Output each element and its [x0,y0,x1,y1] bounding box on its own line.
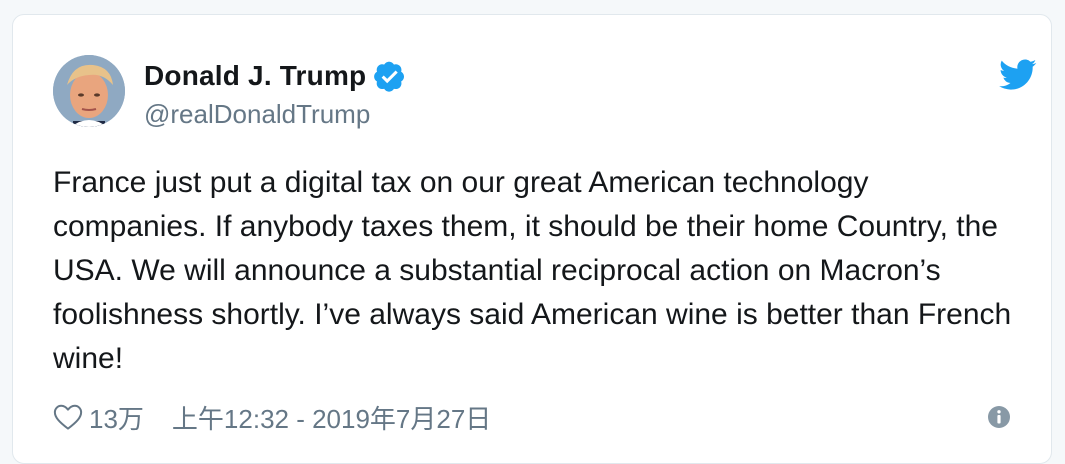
author-handle[interactable]: @realDonaldTrump [144,99,370,129]
tweet-footer: 13万 上午12:32 - 2019年7月27日 [53,399,1011,435]
tweet-card: Donald J. Trump @realDonaldTrump France … [12,14,1052,464]
author-name[interactable]: Donald J. Trump [144,59,366,93]
heart-icon [53,404,83,430]
twitter-bird-icon[interactable] [999,59,1037,91]
info-icon[interactable] [987,405,1011,429]
tweet-timestamp[interactable]: 上午12:32 - 2019年7月27日 [172,399,491,436]
like-button[interactable]: 13万 [53,399,144,436]
author-name-row[interactable]: Donald J. Trump [144,59,406,93]
tweet-text: France just put a digital tax on our gre… [53,166,1012,375]
avatar[interactable] [53,55,125,127]
verified-badge-icon [374,61,405,92]
like-count: 13万 [89,403,144,434]
